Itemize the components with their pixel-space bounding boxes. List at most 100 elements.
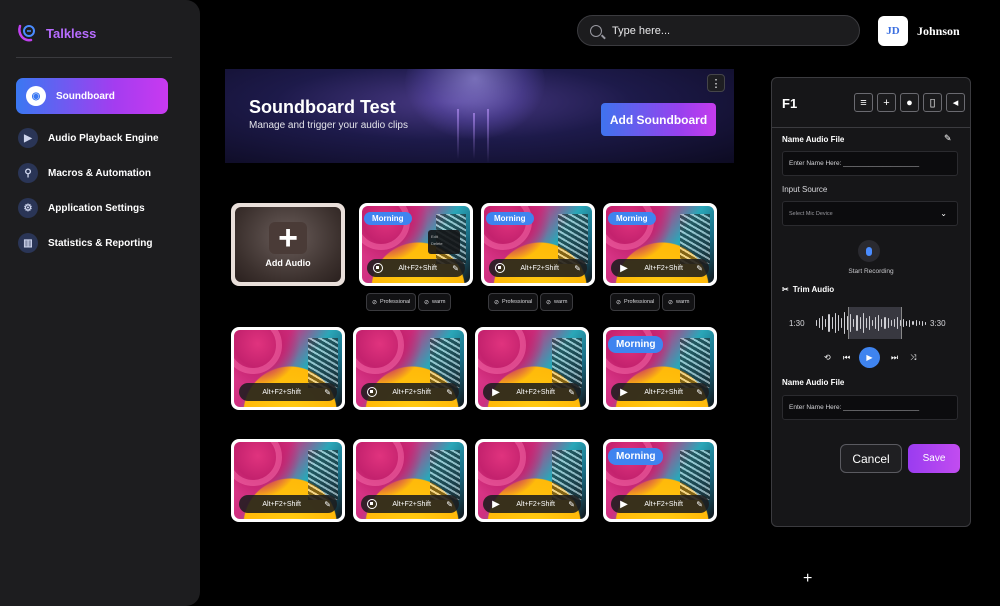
artwork-stripes: [430, 338, 460, 388]
tag-warm[interactable]: ⊘ warm: [540, 293, 574, 311]
tile-artwork: Alt+F2+Shift ✎: [234, 442, 342, 519]
book-icon[interactable]: ▯: [923, 93, 942, 112]
play-button[interactable]: ▶: [859, 347, 880, 368]
sound-tile[interactable]: Morning ▶ Alt+F2+Shift ✎: [603, 327, 717, 410]
edit-icon[interactable]: ✎: [324, 500, 331, 509]
tag-label: Professional: [380, 299, 411, 305]
edit-icon[interactable]: ✎: [446, 388, 453, 397]
play-icon[interactable]: ▶: [489, 497, 503, 511]
page-subtitle: Manage and trigger your audio clips: [249, 120, 408, 131]
sound-tile[interactable]: ▶ Alt+F2+Shift ✎: [475, 439, 589, 522]
stop-icon[interactable]: [495, 263, 505, 273]
artwork-stripes: [308, 338, 338, 388]
stop-icon[interactable]: [367, 499, 377, 509]
avatar[interactable]: JD: [878, 16, 908, 46]
context-menu-delete[interactable]: Delete: [431, 240, 457, 247]
play-icon[interactable]: ▶: [489, 385, 503, 399]
stop-icon[interactable]: [373, 263, 383, 273]
sliders-icon[interactable]: ≡: [854, 93, 873, 112]
tag-professional[interactable]: ⊘ Professional: [366, 293, 417, 311]
shortcut-label: Alt+F2+Shift: [262, 388, 301, 396]
edit-icon[interactable]: ✎: [696, 264, 703, 273]
sidebar-item-application-settings[interactable]: ⚙ Application Settings: [16, 193, 168, 223]
stop-icon[interactable]: [367, 387, 377, 397]
edit-icon[interactable]: ✎: [324, 388, 331, 397]
play-icon[interactable]: ▶: [617, 261, 631, 275]
gear-icon: ⚙: [18, 198, 38, 218]
edit-icon[interactable]: ✎: [574, 264, 581, 273]
app-name: Talkless: [46, 25, 97, 41]
shortcut-label: Alt+F2+Shift: [644, 264, 683, 272]
edit-icon[interactable]: ✎: [452, 264, 459, 273]
play-icon[interactable]: ▶: [617, 497, 631, 511]
tag-label: Professional: [624, 299, 655, 305]
sidebar-item-statistics-reporting[interactable]: ▥ Statistics & Reporting: [16, 228, 168, 258]
add-soundboard-button[interactable]: Add Soundboard: [601, 103, 716, 136]
save-button[interactable]: Save: [908, 444, 960, 473]
tag-warm[interactable]: ⊘ warm: [662, 293, 696, 311]
bar-chart-icon: ▥: [18, 233, 38, 253]
mic-device-select[interactable]: Select Mic Device ⌄: [782, 201, 958, 226]
name-audio-file-input[interactable]: Enter Name Here: _____________________: [782, 151, 958, 176]
sound-tile[interactable]: Morning ▶ Alt+F2+Shift ✎: [603, 203, 717, 286]
add-audio-tile[interactable]: + Add Audio: [231, 203, 345, 286]
search-bar[interactable]: [577, 15, 860, 46]
edit-icon[interactable]: ✎: [568, 388, 575, 397]
sidebar: Talkless ◉ Soundboard ▶ Audio Playback E…: [0, 0, 200, 606]
sound-tile[interactable]: Alt+F2+Shift ✎: [353, 439, 467, 522]
sidebar-item-macros-automation[interactable]: ⚲ Macros & Automation: [16, 158, 168, 188]
tile-control-bar: ▶ Alt+F2+Shift ✎: [611, 383, 709, 401]
waveform-bar: [865, 318, 867, 328]
sound-tile[interactable]: ▶ Alt+F2+Shift ✎: [475, 327, 589, 410]
tile-artwork: Morning ▶ Alt+F2+Shift ✎: [606, 206, 714, 283]
sound-tile[interactable]: Morning Edit Delete Alt+F2+Shift ✎: [359, 203, 473, 286]
tile-control-bar: ▶ Alt+F2+Shift ✎: [483, 383, 581, 401]
edit-icon[interactable]: ✎: [568, 500, 575, 509]
sound-tile[interactable]: Morning Alt+F2+Shift ✎: [481, 203, 595, 286]
tag-professional[interactable]: ⊘ Professional: [488, 293, 539, 311]
waveform-bar: [828, 314, 830, 332]
sound-tile[interactable]: Alt+F2+Shift ✎: [353, 327, 467, 410]
volume-icon[interactable]: ◂: [946, 93, 965, 112]
waveform-bar: [881, 319, 883, 327]
logo[interactable]: Talkless: [16, 22, 96, 44]
waveform-bar: [887, 318, 889, 328]
artwork-stripes: [680, 450, 710, 500]
more-options-icon[interactable]: ⋮: [707, 74, 725, 92]
waveform-bar: [850, 314, 852, 332]
next-icon[interactable]: ⏭: [891, 353, 898, 363]
shortcut-label: Alt+F2+Shift: [516, 388, 555, 396]
edit-icon[interactable]: ✎: [446, 500, 453, 509]
edit-icon[interactable]: ✎: [696, 388, 703, 397]
sidebar-item-audio-playback-engine[interactable]: ▶ Audio Playback Engine: [16, 123, 168, 153]
tile-artwork: Alt+F2+Shift ✎: [356, 330, 464, 407]
talkless-logo-icon: [16, 22, 38, 44]
play-icon[interactable]: ▶: [617, 385, 631, 399]
context-menu-edit[interactable]: Edit: [431, 233, 457, 240]
shuffle-icon[interactable]: ⤨: [910, 353, 916, 363]
previous-icon[interactable]: ⏮: [843, 353, 850, 363]
start-recording-button[interactable]: [858, 240, 880, 262]
sound-tile[interactable]: Morning ▶ Alt+F2+Shift ✎: [603, 439, 717, 522]
waveform-bar: [871, 320, 874, 326]
file-edit-icon[interactable]: ✎: [944, 133, 952, 144]
user-name: Johnson: [917, 24, 960, 38]
repeat-icon[interactable]: ⟲: [824, 353, 831, 362]
add-icon[interactable]: +: [877, 93, 896, 112]
tag-warm[interactable]: ⊘ warm: [418, 293, 452, 311]
sidebar-item-soundboard[interactable]: ◉ Soundboard: [16, 78, 168, 114]
waveform-bar: [843, 312, 846, 334]
name-audio-file-input-2[interactable]: Enter Name Here: _____________________: [782, 395, 958, 420]
tile-context-menu[interactable]: Edit Delete: [428, 230, 460, 254]
cancel-button[interactable]: Cancel: [840, 444, 902, 473]
tile-control-bar: Alt+F2+Shift ✎: [367, 259, 465, 277]
floating-add-icon[interactable]: +: [803, 570, 812, 588]
edit-icon[interactable]: ✎: [696, 500, 703, 509]
search-input[interactable]: [612, 24, 832, 37]
waveform-bar: [837, 315, 839, 331]
sound-tile[interactable]: Alt+F2+Shift ✎: [231, 327, 345, 410]
tag-professional[interactable]: ⊘ Professional: [610, 293, 661, 311]
record-icon[interactable]: ●: [900, 93, 919, 112]
waveform[interactable]: [816, 308, 926, 338]
sound-tile[interactable]: Alt+F2+Shift ✎: [231, 439, 345, 522]
